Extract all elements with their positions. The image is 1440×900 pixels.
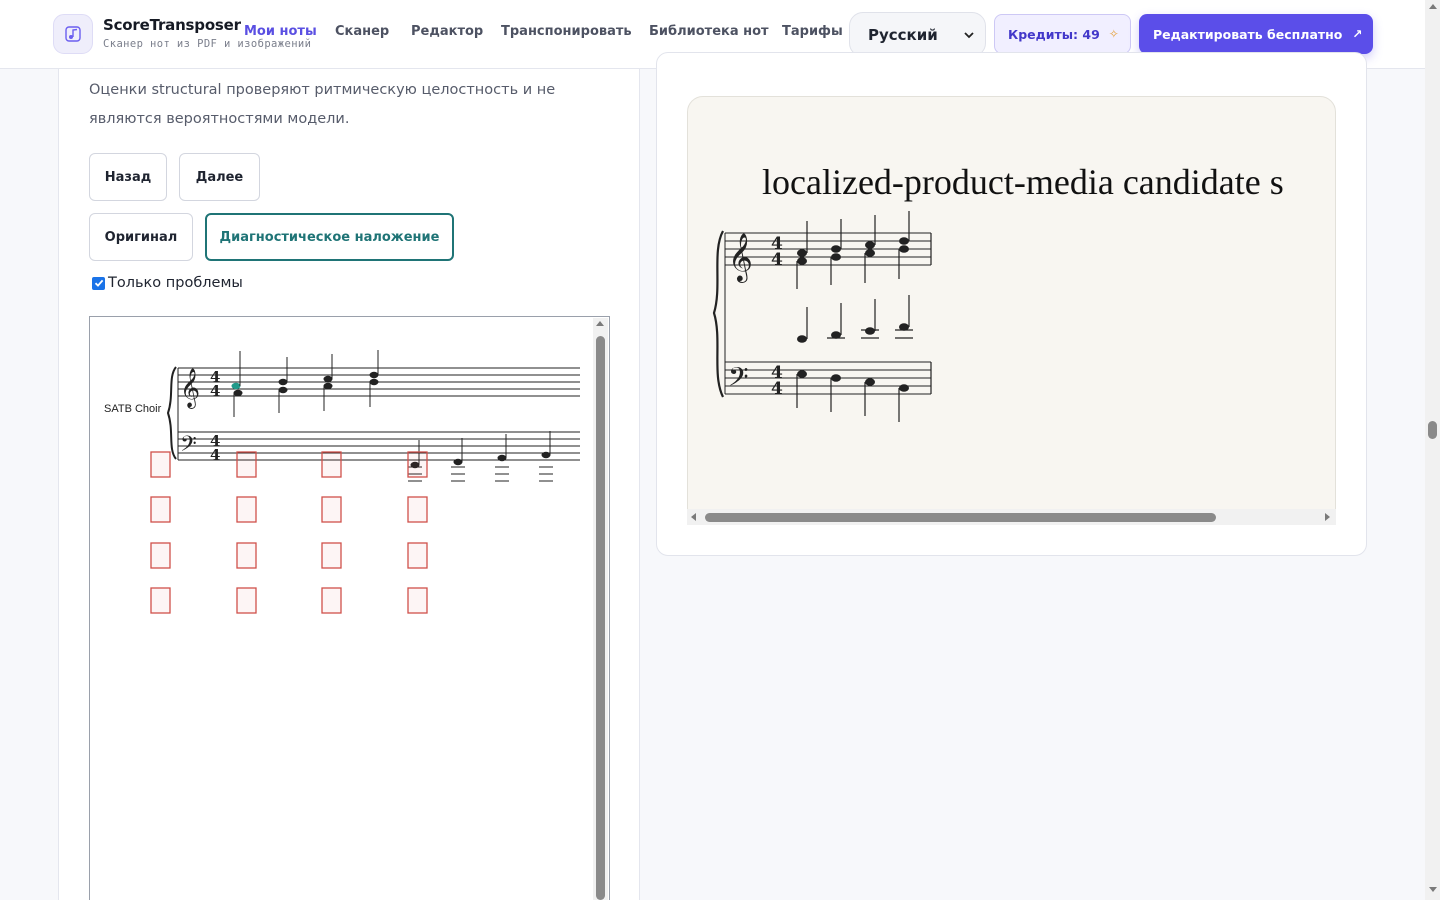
preview-treble-notes xyxy=(796,211,910,289)
diagnostic-score-frame[interactable]: SATB Choir 𝄞 𝄢 4 4 4 4 xyxy=(89,316,610,900)
problem-markers[interactable] xyxy=(150,451,428,614)
system-brace xyxy=(166,366,177,460)
only-problems-toggle[interactable]: Только проблемы xyxy=(92,274,243,292)
preview-scroll-thumb[interactable] xyxy=(705,513,1216,522)
only-problems-checkbox[interactable] xyxy=(92,276,105,290)
nav-my-scores[interactable]: Мои ноты xyxy=(244,24,317,39)
preview-upper-bass-notes xyxy=(797,295,913,343)
treble-clef-icon: 𝄞 xyxy=(180,368,200,409)
part-name-label: SATB Choir xyxy=(104,403,162,415)
nav-library[interactable]: Библиотека нот xyxy=(649,24,769,39)
preview-brace xyxy=(712,230,724,398)
page-scroll-down-icon[interactable] xyxy=(1429,887,1437,892)
original-view-button[interactable]: Оригинал xyxy=(89,213,193,261)
bass-clef-icon: 𝄢 xyxy=(180,432,197,462)
diagnostic-overlay-button[interactable]: Диагностическое наложение xyxy=(205,213,454,261)
rendered-score-preview[interactable]: localized-product-media candidate s 𝄞 𝄢 … xyxy=(687,96,1336,511)
only-problems-label: Только проблемы xyxy=(108,275,243,291)
credits-label: Кредиты: 49 xyxy=(1008,26,1100,42)
sparkle-icon: ✧ xyxy=(1108,27,1119,41)
page-scroll-thumb[interactable] xyxy=(1428,421,1437,439)
score-scroll-up-icon[interactable] xyxy=(596,321,604,326)
page-vertical-scrollbar[interactable] xyxy=(1425,0,1440,900)
preview-bass-clef-icon: 𝄢 xyxy=(728,361,749,399)
preview-bass-time-signature-lower: 4 xyxy=(771,379,783,399)
preview-treble-time-signature-lower: 4 xyxy=(771,250,783,270)
preview-scroll-right-icon[interactable] xyxy=(1325,513,1330,521)
language-select[interactable]: Русский xyxy=(849,12,986,57)
nav-scanner[interactable]: Сканер xyxy=(335,24,389,39)
score-scroll-thumb[interactable] xyxy=(596,336,605,900)
language-value: Русский xyxy=(868,25,938,44)
treble-time-signature-lower: 4 xyxy=(210,382,220,400)
diagnostic-score: SATB Choir 𝄞 𝄢 4 4 4 4 xyxy=(104,350,580,614)
credits-button[interactable]: Кредиты: 49 ✧ xyxy=(994,14,1131,54)
brand-name[interactable]: ScoreTransposer xyxy=(103,16,241,34)
edit-free-label: Редактировать бесплатно xyxy=(1153,26,1343,42)
structural-score-description: Оценки structural проверяют ритмическую … xyxy=(89,82,556,127)
logo-badge[interactable] xyxy=(53,14,93,54)
preview-score: 𝄞 𝄢 4 4 4 4 xyxy=(712,211,932,422)
external-arrow-icon: ↗ xyxy=(1352,27,1363,41)
page-scroll-up-icon[interactable] xyxy=(1429,4,1437,9)
treble-notes xyxy=(231,350,379,417)
preview-scroll-left-icon[interactable] xyxy=(691,513,696,521)
brand-tagline: Сканер нот из PDF и изображений xyxy=(103,38,312,50)
next-button[interactable]: Далее xyxy=(179,153,260,201)
bass-time-signature-lower: 4 xyxy=(210,446,220,464)
preview-title: localized-product-media candidate s xyxy=(762,162,1284,202)
music-note-icon xyxy=(65,26,81,42)
chevron-down-icon xyxy=(964,32,974,39)
checkmark-icon xyxy=(94,279,103,287)
edit-free-button[interactable]: Редактировать бесплатно ↗ xyxy=(1139,14,1373,54)
back-button[interactable]: Назад xyxy=(89,153,167,201)
nav-pricing[interactable]: Тарифы xyxy=(782,24,843,39)
preview-treble-clef-icon: 𝄞 xyxy=(728,232,753,283)
nav-transpose[interactable]: Транспонировать xyxy=(501,24,632,39)
nav-editor[interactable]: Редактор xyxy=(411,24,483,39)
